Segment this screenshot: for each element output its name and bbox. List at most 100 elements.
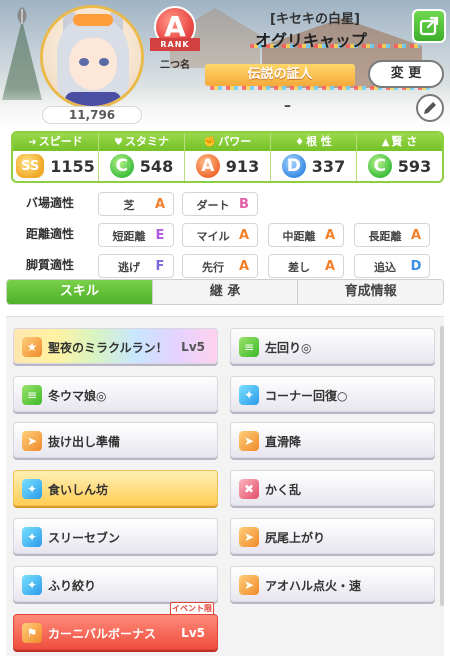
skill-item[interactable]: ✦ ふり絞り — [13, 566, 218, 602]
heart-icon: ♥ — [114, 137, 123, 148]
stat-value: 337 — [311, 156, 346, 176]
stat-label: 根 性 — [306, 135, 332, 148]
skill-item[interactable]: ✦ 食いしん坊 — [13, 470, 218, 506]
rank-nickname: 二つ名 — [160, 60, 190, 71]
aptitude-cell: 短距離 E — [98, 223, 174, 247]
aptitude-cell: 先行 A — [182, 254, 258, 278]
skill-icon: ⚑ — [22, 623, 42, 643]
stat-label: 賢 さ — [391, 135, 418, 148]
aptitude-grade: F — [155, 259, 165, 274]
stats-panel: ➜ スピード SS 1155 ♥ スタミナ C 548 ✊ パワー A 913 ♦ 根 … — [11, 131, 444, 183]
aptitude-cell: 中距離 A — [268, 223, 344, 247]
skill-item[interactable]: ⚑ カーニバルボーナス Lv5 — [13, 614, 218, 650]
leaf-icon — [17, 7, 27, 25]
pencil-icon — [424, 102, 436, 114]
aptitude-cell: 差し A — [268, 254, 344, 278]
aptitude-grade: A — [324, 259, 336, 274]
tab-inheritance[interactable]: 継 承 — [152, 280, 299, 304]
aptitude-name: 芝 — [123, 199, 135, 212]
aptitude-label: バ場適性 — [26, 196, 75, 210]
skill-icon: ✦ — [22, 527, 42, 547]
stat-grade: A — [195, 154, 220, 178]
skill-name: 食いしん坊 — [48, 483, 109, 497]
stat-grade: D — [281, 154, 306, 178]
profile-header: 11,796 A RANK 二つ名 [キセキの白星] オグリキャップ 伝説の証人… — [0, 0, 450, 128]
aptitude-grade: A — [324, 228, 336, 243]
skill-item[interactable]: ≡ 冬ウマ娘◎ — [13, 376, 218, 412]
aptitude-name: 短距離 — [112, 230, 146, 243]
skill-item[interactable]: ➤ 尻尾上がり — [230, 518, 435, 554]
skill-icon: ✦ — [22, 575, 42, 595]
skill-item[interactable]: ✖ かく乱 — [230, 470, 435, 506]
stat-stamina: ♥ スタミナ C 548 — [99, 133, 185, 181]
edit-button[interactable] — [416, 94, 444, 122]
skill-level: Lv5 — [181, 626, 205, 640]
skill-icon: ≡ — [22, 385, 42, 405]
skills-scrollbar[interactable] — [440, 326, 444, 606]
skill-name: ふり絞り — [48, 579, 97, 593]
aptitude-name: ダート — [196, 199, 230, 212]
skill-icon: ✖ — [239, 479, 259, 499]
stat-grade: C — [109, 154, 134, 178]
tab-bar: スキル 継 承 育成情報 — [6, 279, 444, 305]
aptitude-cell: 追込 D — [354, 254, 430, 278]
aptitude-cell: 芝 A — [98, 192, 174, 216]
stat-guts: ♦ 根 性 D 337 — [271, 133, 357, 181]
skill-icon: ≡ — [239, 337, 259, 357]
rank-badge: A RANK 二つ名 — [150, 6, 200, 71]
skill-item[interactable]: ➤ 直滑降 — [230, 422, 435, 458]
skill-item[interactable]: ★ 聖夜のミラクルラン！ Lv5 — [13, 328, 218, 364]
shoe-icon: ➜ — [28, 137, 37, 148]
skill-name: 直滑降 — [265, 435, 302, 449]
aptitude-name: 追込 — [374, 261, 396, 274]
muscle-icon: ✊ — [203, 137, 217, 148]
aptitude-table: バ場適性 芝 A ダート B 距離適性 短距離 E マイル A 中距離 A 長距… — [20, 192, 440, 285]
aptitude-name: マイル — [196, 230, 230, 243]
skill-name: かく乱 — [265, 483, 302, 497]
skill-item[interactable]: ✦ スリーセブン — [13, 518, 218, 554]
aptitude-name: 長距離 — [368, 230, 402, 243]
skill-item[interactable]: ✦ コーナー回復○ — [230, 376, 435, 412]
aptitude-grade: B — [239, 197, 249, 212]
stat-wisdom: ▲ 賢 さ C 593 — [357, 133, 442, 181]
stat-speed: ➜ スピード SS 1155 — [13, 133, 99, 181]
tab-skills[interactable]: スキル — [7, 280, 153, 304]
skill-name: 抜け出し準備 — [48, 435, 121, 449]
stat-value: 548 — [139, 156, 174, 176]
change-button[interactable]: 変 更 — [368, 60, 444, 88]
skill-icon: ➤ — [22, 431, 42, 451]
fan-count: 11,796 — [42, 106, 142, 124]
aptitude-row-distance: 距離適性 短距離 E マイル A 中距離 A 長距離 A — [20, 223, 440, 247]
aptitude-cell: 逃げ F — [98, 254, 174, 278]
skill-icon: ✦ — [239, 385, 259, 405]
stat-value: 913 — [225, 156, 260, 176]
aptitude-row-style: 脚質適性 逃げ F 先行 A 差し A 追込 D — [20, 254, 440, 278]
share-icon — [419, 16, 439, 36]
skill-icon: ➤ — [239, 431, 259, 451]
skill-name: 尻尾上がり — [265, 531, 326, 545]
skill-name: コーナー回復○ — [265, 389, 348, 403]
skill-name: スリーセブン — [48, 531, 121, 545]
stat-label: スピード — [38, 135, 83, 148]
skill-icon: ➤ — [239, 527, 259, 547]
stat-power: ✊ パワー A 913 — [185, 133, 271, 181]
aptitude-grade: A — [238, 228, 250, 243]
aptitude-row-track: バ場適性 芝 A ダート B — [20, 192, 440, 216]
skill-icon: ➤ — [239, 575, 259, 595]
skill-name: アオハル点火・速 — [265, 579, 362, 593]
stat-label: スタミナ — [124, 135, 169, 148]
tab-training-info[interactable]: 育成情報 — [298, 280, 443, 304]
stat-grade: C — [367, 154, 392, 178]
honor-title: 伝説の証人 — [205, 64, 355, 86]
skill-name: 冬ウマ娘◎ — [48, 389, 107, 403]
aptitude-label: 脚質適性 — [26, 258, 75, 272]
skill-name: 聖夜のミラクルラン！ — [48, 341, 168, 355]
share-button[interactable] — [412, 9, 446, 43]
skill-item[interactable]: ➤ アオハル点火・速 — [230, 566, 435, 602]
character-portrait[interactable] — [40, 5, 144, 109]
skill-item[interactable]: ≡ 左回り◎ — [230, 328, 435, 364]
aptitude-name: 逃げ — [118, 261, 140, 274]
skill-name: 左回り◎ — [265, 341, 312, 355]
skill-level: Lv5 — [181, 340, 205, 354]
skill-item[interactable]: ➤ 抜け出し準備 — [13, 422, 218, 458]
